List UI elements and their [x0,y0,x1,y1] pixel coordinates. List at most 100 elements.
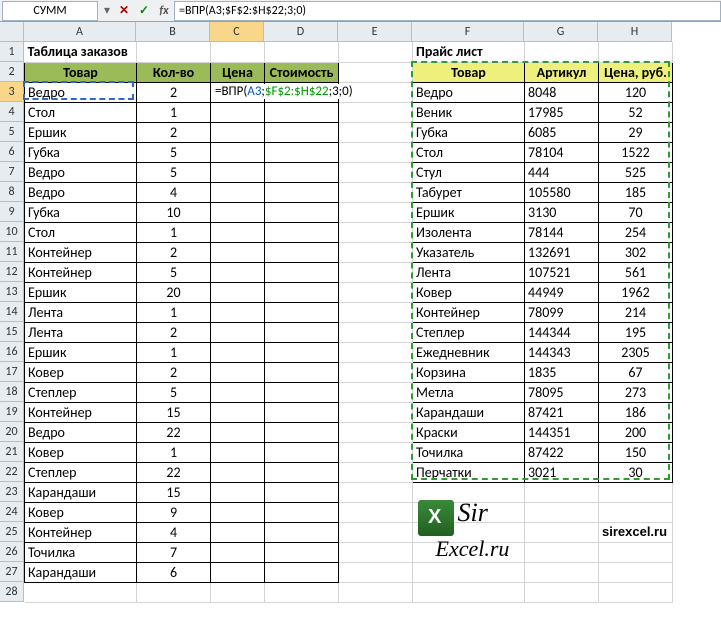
price-sku-6[interactable]: 3130 [525,202,599,222]
cell-E28[interactable] [339,582,413,602]
order-name-12[interactable]: Лента [25,322,137,342]
cell-E14[interactable] [339,302,413,322]
cell-E18[interactable] [339,382,413,402]
order-name-13[interactable]: Ершик [25,342,137,362]
cell-D1[interactable] [265,42,339,62]
orders-header-2[interactable]: Цена [211,62,265,82]
order-price-23[interactable] [211,542,265,562]
order-cost-22[interactable] [265,522,339,542]
order-cost-23[interactable] [265,542,339,562]
order-name-19[interactable]: Степлер [25,462,137,482]
order-name-2[interactable]: Ершик [25,122,137,142]
column-header-A[interactable]: A [24,22,136,42]
row-header-6[interactable]: 6 [0,142,24,162]
order-name-0[interactable]: Ведро [25,82,137,102]
formula-enter-icon[interactable]: ✓ [134,1,154,21]
column-header-H[interactable]: H [598,22,672,42]
row-header-20[interactable]: 20 [0,422,24,442]
row-header-18[interactable]: 18 [0,382,24,402]
price-val-14[interactable]: 67 [599,362,673,382]
order-cost-18[interactable] [265,442,339,462]
price-val-7[interactable]: 254 [599,222,673,242]
order-name-11[interactable]: Лента [25,302,137,322]
order-price-22[interactable] [211,522,265,542]
order-cost-7[interactable] [265,222,339,242]
order-cost-2[interactable] [265,122,339,142]
row-header-24[interactable]: 24 [0,502,24,522]
row-header-23[interactable]: 23 [0,482,24,502]
price-sku-4[interactable]: 444 [525,162,599,182]
price-val-0[interactable]: 120 [599,82,673,102]
order-name-16[interactable]: Контейнер [25,402,137,422]
price-name-7[interactable]: Изолента [413,222,525,242]
order-price-24[interactable] [211,562,265,582]
price-name-4[interactable]: Стул [413,162,525,182]
cell-E26[interactable] [339,542,413,562]
order-qty-16[interactable]: 15 [137,402,211,422]
order-price-19[interactable] [211,462,265,482]
price-sku-10[interactable]: 44949 [525,282,599,302]
cell-E19[interactable] [339,402,413,422]
order-price-2[interactable] [211,122,265,142]
price-name-5[interactable]: Табурет [413,182,525,202]
row-header-8[interactable]: 8 [0,182,24,202]
price-name-9[interactable]: Лента [413,262,525,282]
order-cost-6[interactable] [265,202,339,222]
price-name-6[interactable]: Ершик [413,202,525,222]
cell-H24[interactable] [599,502,673,522]
price-name-3[interactable]: Стол [413,142,525,162]
price-val-2[interactable]: 29 [599,122,673,142]
order-qty-1[interactable]: 1 [137,102,211,122]
price-sku-19[interactable]: 3021 [525,462,599,482]
price-sku-3[interactable]: 78104 [525,142,599,162]
orders-header-0[interactable]: Товар [25,62,137,82]
formula-cancel-icon[interactable]: ✕ [114,1,134,21]
price-val-9[interactable]: 561 [599,262,673,282]
order-qty-13[interactable]: 1 [137,342,211,362]
order-qty-22[interactable]: 4 [137,522,211,542]
price-sku-2[interactable]: 6085 [525,122,599,142]
order-qty-14[interactable]: 2 [137,362,211,382]
order-name-15[interactable]: Степлер [25,382,137,402]
cell-G27[interactable] [525,562,599,582]
cell-G24[interactable] [525,502,599,522]
editing-cell[interactable]: =ВПР(A3;$F$2:$H$22;3;0) [211,82,265,102]
order-name-14[interactable]: Ковер [25,362,137,382]
order-qty-21[interactable]: 9 [137,502,211,522]
order-price-5[interactable] [211,182,265,202]
price-sku-0[interactable]: 8048 [525,82,599,102]
row-header-28[interactable]: 28 [0,582,24,602]
row-header-10[interactable]: 10 [0,222,24,242]
order-cost-20[interactable] [265,482,339,502]
cell-H1[interactable] [599,42,673,62]
order-qty-0[interactable]: 2 [137,82,211,102]
price-val-15[interactable]: 273 [599,382,673,402]
cell-F28[interactable] [413,582,525,602]
order-price-7[interactable] [211,222,265,242]
spreadsheet-grid[interactable]: ABCDEFGH 1234567891011121314151617181920… [0,22,721,635]
order-qty-2[interactable]: 2 [137,122,211,142]
price-val-19[interactable]: 30 [599,462,673,482]
price-sku-15[interactable]: 78095 [525,382,599,402]
cell-E5[interactable] [339,122,413,142]
column-header-C[interactable]: C [210,22,264,42]
price-title[interactable]: Прайс лист [413,42,525,62]
order-name-18[interactable]: Ковер [25,442,137,462]
order-price-15[interactable] [211,382,265,402]
column-header-B[interactable]: B [136,22,210,42]
order-qty-18[interactable]: 1 [137,442,211,462]
order-name-1[interactable]: Стол [25,102,137,122]
price-header-0[interactable]: Товар [413,62,525,82]
order-price-9[interactable] [211,262,265,282]
order-name-8[interactable]: Контейнер [25,242,137,262]
order-price-1[interactable] [211,102,265,122]
price-sku-8[interactable]: 132691 [525,242,599,262]
column-header-G[interactable]: G [524,22,598,42]
order-name-21[interactable]: Ковер [25,502,137,522]
cell-E12[interactable] [339,262,413,282]
cell-E27[interactable] [339,562,413,582]
cell-H28[interactable] [599,582,673,602]
price-name-1[interactable]: Веник [413,102,525,122]
order-qty-6[interactable]: 10 [137,202,211,222]
cell-G28[interactable] [525,582,599,602]
